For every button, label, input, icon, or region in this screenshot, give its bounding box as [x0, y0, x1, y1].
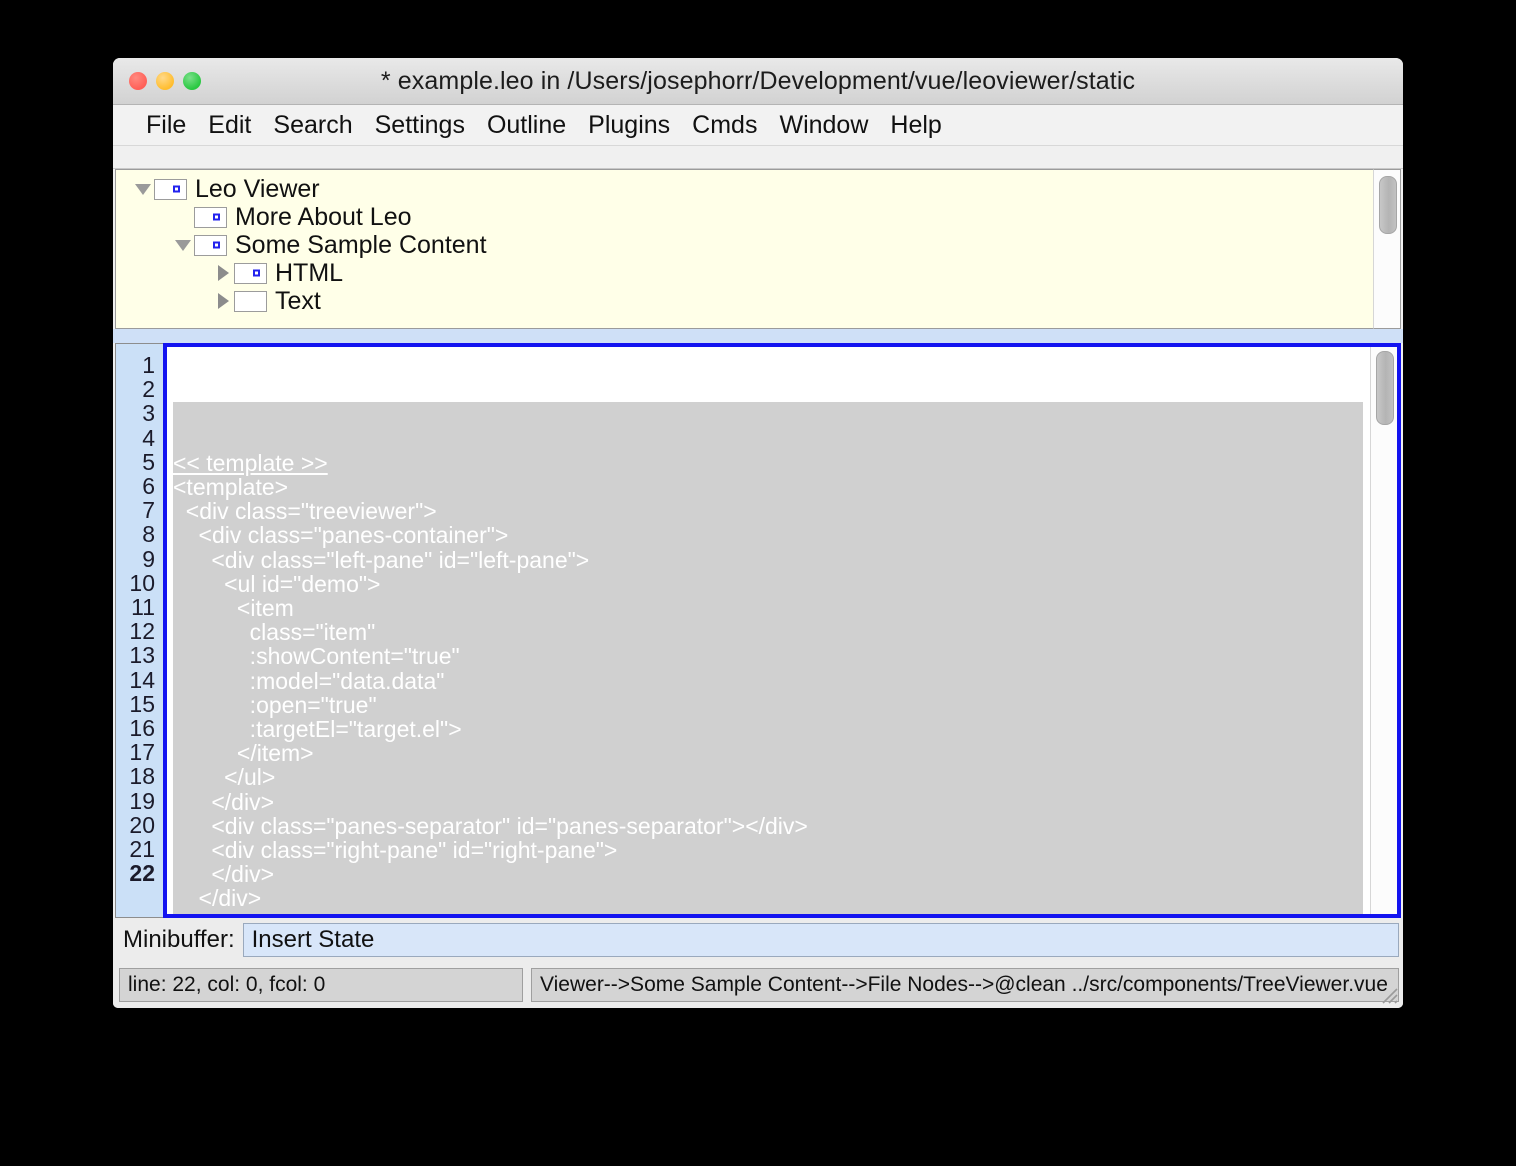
tree-node-label: More About Leo	[235, 202, 412, 231]
line-number: 9	[142, 545, 155, 572]
outline-tree[interactable]: Leo Viewer More About Leo Some Sample Co…	[115, 169, 1373, 329]
menu-item-plugins[interactable]: Plugins	[577, 111, 681, 140]
menu-item-help[interactable]: Help	[879, 111, 952, 140]
line-number: 4	[142, 424, 155, 451]
status-node-path: Viewer-->Some Sample Content-->File Node…	[531, 968, 1399, 1002]
menu-item-outline[interactable]: Outline	[476, 111, 577, 140]
line-number: 2	[142, 376, 155, 403]
minibuffer-input[interactable]: Insert State	[242, 923, 1399, 957]
line-number: 21	[129, 836, 155, 863]
expand-collapse-arrow-down-icon[interactable]	[172, 239, 194, 251]
window-titlebar: * example.leo in /Users/josephorr/Develo…	[113, 58, 1403, 105]
window-title: * example.leo in /Users/josephorr/Develo…	[380, 66, 1136, 95]
code-content[interactable]: << template >> <template> <div class="tre…	[173, 354, 1370, 914]
line-number: 14	[129, 666, 155, 693]
editor-scrollbar-thumb[interactable]	[1376, 351, 1394, 425]
menu-item-cmds[interactable]: Cmds	[681, 111, 768, 140]
leo-editor-window: * example.leo in /Users/josephorr/Develo…	[113, 58, 1403, 1008]
selected-code-block: <template> <div class="treeviewer"> <div…	[173, 474, 808, 914]
minimize-window-button[interactable]	[156, 72, 174, 90]
line-number: 7	[142, 497, 155, 524]
code-text-area[interactable]: << template >> <template> <div class="tre…	[167, 347, 1370, 914]
close-window-button[interactable]	[129, 72, 147, 90]
line-number: 6	[142, 473, 155, 500]
menu-bar: File Edit Search Settings Outline Plugin…	[113, 105, 1403, 146]
tree-node-html[interactable]: HTML	[116, 259, 1373, 287]
menu-item-edit[interactable]: Edit	[197, 111, 262, 140]
editor-vertical-scrollbar[interactable]	[1370, 347, 1397, 914]
expand-collapse-arrow-down-icon[interactable]	[132, 183, 154, 195]
line-number: 12	[129, 618, 155, 645]
tree-node-text[interactable]: Text	[116, 287, 1373, 315]
menu-item-window[interactable]: Window	[768, 111, 879, 140]
status-cursor-position: line: 22, col: 0, fcol: 0	[119, 968, 523, 1002]
pane-separator[interactable]	[113, 329, 1403, 343]
section-reference-line: << template >>	[173, 449, 328, 476]
node-body-icon[interactable]	[154, 178, 187, 200]
tree-node-leo-viewer[interactable]: Leo Viewer	[116, 175, 1373, 203]
tree-node-more-about-leo[interactable]: More About Leo	[116, 203, 1373, 231]
tree-node-label: Some Sample Content	[235, 230, 487, 259]
outline-pane-container: Leo Viewer More About Leo Some Sample Co…	[113, 169, 1403, 329]
outline-vertical-scrollbar[interactable]	[1373, 169, 1401, 329]
line-number: 3	[142, 400, 155, 427]
body-pane-container: 1 2 3 4 5 6 7 8 9 10 11 12 13 14 15 16 1…	[113, 343, 1403, 918]
line-number: 10	[129, 569, 155, 596]
window-controls	[129, 58, 201, 104]
line-number: 11	[131, 594, 155, 621]
outline-scrollbar-thumb[interactable]	[1379, 176, 1397, 234]
node-body-icon[interactable]	[234, 262, 267, 284]
line-number: 16	[129, 715, 155, 742]
tree-node-label: Leo Viewer	[195, 174, 320, 203]
menu-item-search[interactable]: Search	[262, 111, 363, 140]
node-body-icon[interactable]	[194, 206, 227, 228]
line-number: 8	[142, 521, 155, 548]
menu-item-settings[interactable]: Settings	[364, 111, 476, 140]
expand-collapse-arrow-right-icon[interactable]	[212, 293, 234, 309]
node-empty-icon[interactable]	[234, 290, 267, 312]
status-bar: line: 22, col: 0, fcol: 0 Viewer-->Some …	[113, 962, 1403, 1008]
line-number-gutter: 1 2 3 4 5 6 7 8 9 10 11 12 13 14 15 16 1…	[115, 343, 163, 918]
line-number: 1	[142, 352, 155, 378]
expand-collapse-arrow-right-icon[interactable]	[212, 265, 234, 281]
line-number: 19	[129, 787, 155, 814]
line-number: 17	[129, 739, 155, 766]
node-body-icon[interactable]	[194, 234, 227, 256]
menu-item-file[interactable]: File	[135, 111, 197, 140]
line-number: 13	[129, 642, 155, 669]
line-number: 15	[129, 690, 155, 717]
code-selection-block[interactable]: << template >> <template> <div class="tre…	[173, 402, 1363, 914]
line-number: 18	[129, 763, 155, 790]
line-number: 5	[142, 448, 155, 475]
tree-node-label: HTML	[275, 258, 344, 287]
line-number: 20	[129, 811, 155, 838]
minibuffer-label: Minibuffer:	[123, 926, 235, 953]
minibuffer-row: Minibuffer: Insert State	[113, 918, 1403, 962]
maximize-window-button[interactable]	[183, 72, 201, 90]
body-editor-focused[interactable]: << template >> <template> <div class="tre…	[163, 343, 1401, 918]
tree-node-label: Text	[275, 286, 321, 315]
tree-node-some-sample-content[interactable]: Some Sample Content	[116, 231, 1373, 259]
toolbar-strip	[113, 146, 1403, 169]
resize-grip-icon[interactable]	[1376, 982, 1398, 1004]
line-number-current: 22	[129, 860, 155, 887]
